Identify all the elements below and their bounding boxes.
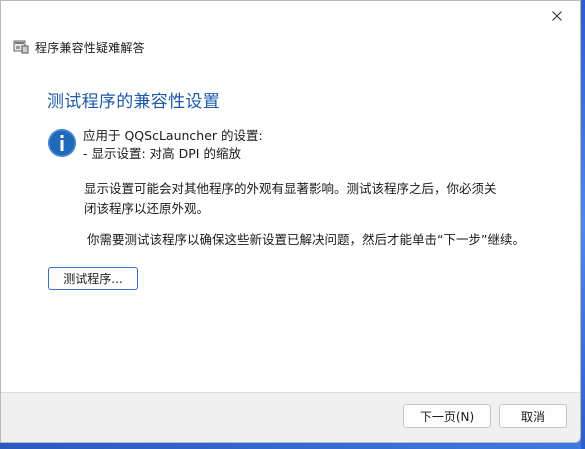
settings-summary: 应用于 QQScLauncher 的设置: - 显示设置: 对高 DPI 的缩放 (83, 127, 263, 163)
setting-line-text: - 显示设置: 对高 DPI 的缩放 (83, 146, 241, 161)
test-program-button[interactable]: 测试程序... (48, 267, 138, 290)
description-text: 显示设置可能会对其他程序的外观有显著影响。测试该程序之后，你必须关闭该程序以还原… (84, 181, 497, 216)
footer-bar: 下一页(N) 取消 (1, 392, 580, 442)
applies-to-text: 应用于 QQScLauncher 的设置: (83, 128, 263, 143)
troubleshooter-window: 程序兼容性疑难解答 测试程序的兼容性设置 应用于 QQScLauncher 的设… (0, 0, 581, 443)
window-title: 程序兼容性疑难解答 (35, 40, 145, 55)
next-button[interactable]: 下一页(N) (403, 404, 491, 428)
info-icon (47, 128, 77, 158)
troubleshooter-app-icon (13, 40, 29, 54)
cancel-button[interactable]: 取消 (499, 404, 567, 428)
title-bar: 程序兼容性疑难解答 (13, 37, 145, 57)
note-text: 你需要测试该程序以确保这些新设置已解决问题，然后才能单击“下一步”继续。 (87, 232, 525, 247)
desktop-background (581, 0, 585, 449)
close-icon (552, 11, 562, 21)
page-heading: 测试程序的兼容性设置 (47, 92, 220, 112)
close-button[interactable] (542, 5, 572, 27)
